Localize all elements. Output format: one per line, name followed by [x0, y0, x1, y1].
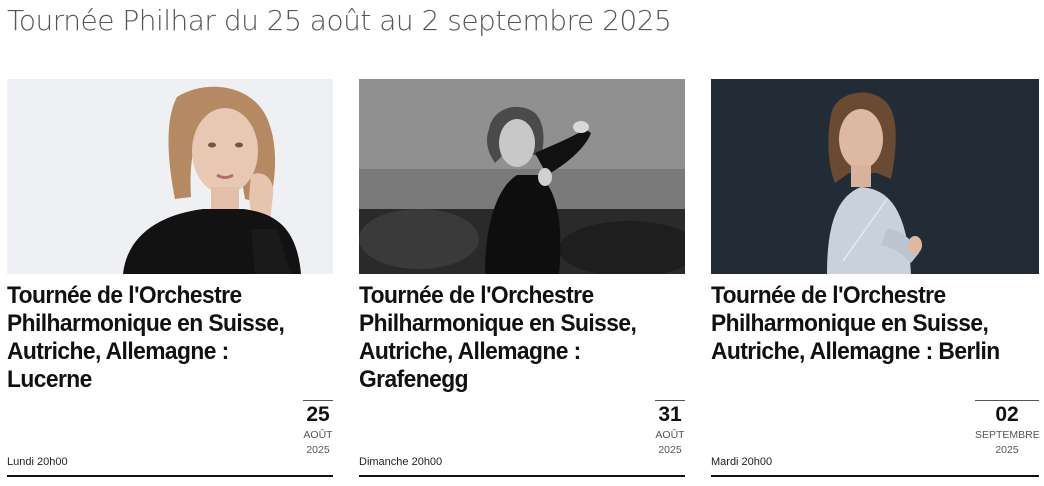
event-date-year: 2025	[658, 444, 682, 456]
event-date: 02 SEPTEMBRE 2025	[975, 400, 1040, 459]
event-date-month: AOÛT	[303, 429, 333, 441]
event-date: 31 AOÛT 2025	[655, 400, 685, 459]
card-divider	[711, 475, 1039, 477]
event-time: Lundi 20h00	[7, 456, 68, 468]
conducting-photo	[359, 79, 685, 274]
event-date-month: AOÛT	[655, 429, 685, 441]
baton-photo	[711, 79, 1039, 274]
event-date-day: 31	[658, 403, 682, 426]
event-title[interactable]: Tournée de l'Orchestre Philharmonique en…	[711, 282, 1016, 366]
card-divider	[7, 475, 333, 477]
event-time: Dimanche 20h00	[359, 456, 443, 468]
page-title: Tournée Philhar du 25 août au 2 septembr…	[7, 4, 672, 37]
event-card-berlin[interactable]: Tournée de l'Orchestre Philharmonique en…	[711, 79, 1040, 477]
event-image-grafenegg[interactable]	[359, 79, 685, 274]
event-image-berlin[interactable]	[711, 79, 1039, 274]
event-time: Mardi 20h00	[711, 456, 773, 468]
event-title[interactable]: Tournée de l'Orchestre Philharmonique en…	[359, 282, 662, 394]
event-date-year: 2025	[995, 444, 1019, 456]
event-title[interactable]: Tournée de l'Orchestre Philharmonique en…	[7, 282, 310, 394]
event-date-day: 25	[306, 403, 330, 426]
event-card-lucerne[interactable]: Tournée de l'Orchestre Philharmonique en…	[7, 79, 333, 477]
event-date-day: 02	[995, 403, 1019, 426]
event-date-month: SEPTEMBRE	[975, 429, 1040, 441]
event-image-lucerne[interactable]	[7, 79, 333, 274]
portrait-photo	[7, 79, 333, 274]
event-date: 25 AOÛT 2025	[303, 400, 333, 459]
event-date-year: 2025	[306, 444, 330, 456]
event-card-grafenegg[interactable]: Tournée de l'Orchestre Philharmonique en…	[359, 79, 685, 477]
card-divider	[359, 475, 685, 477]
